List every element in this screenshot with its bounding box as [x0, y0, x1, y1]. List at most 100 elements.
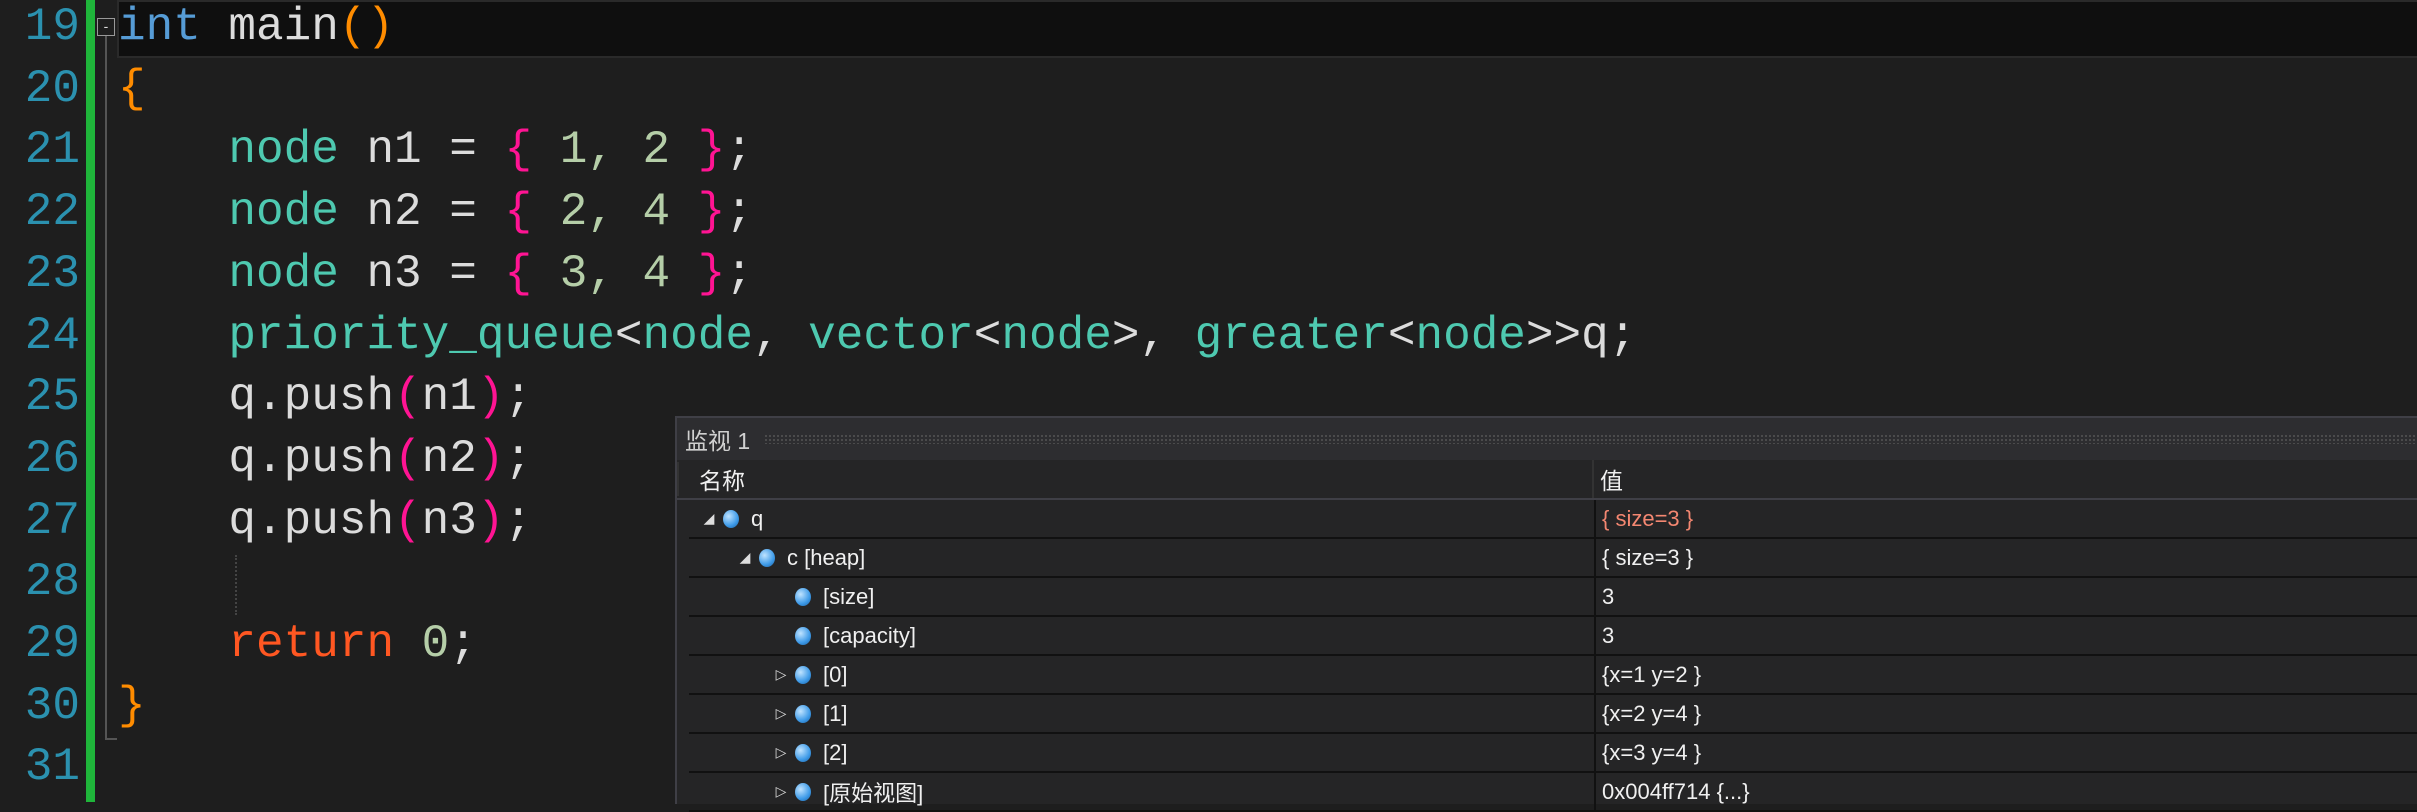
watch-row[interactable]: ◢ c [heap] { size=3 } — [689, 539, 2417, 578]
variable-icon — [795, 665, 811, 684]
line-number: 24 — [24, 309, 80, 362]
code-token: greater — [1194, 309, 1388, 362]
line-number: 26 — [24, 432, 80, 485]
outline-line — [105, 30, 107, 740]
code-token: ; — [725, 186, 753, 239]
code-line[interactable]: node n2 = { 2, 4 }; — [118, 181, 753, 243]
line-number: 27 — [24, 494, 80, 547]
code-line[interactable]: node n1 = { 1, 2 }; — [118, 119, 753, 181]
code-token: n1 — [421, 371, 477, 424]
line-number: 19 — [24, 1, 80, 53]
code-token: 3, 4 — [532, 247, 698, 300]
code-line[interactable]: q.push(n2); — [118, 428, 532, 490]
line-number: 23 — [24, 247, 80, 300]
watch-value[interactable]: {x=3 y=4 } — [1594, 734, 2417, 771]
code-token: { — [504, 247, 533, 300]
watch-name: [1] — [823, 700, 848, 726]
watch-name: [size] — [823, 583, 875, 609]
code-line[interactable]: q.push(n3); — [118, 490, 532, 552]
column-header-name[interactable]: 名称 — [677, 462, 1592, 496]
line-number: 22 — [24, 186, 80, 239]
watch-value[interactable]: 3 — [1594, 617, 2417, 654]
code-token: priority_queue — [228, 309, 615, 362]
line-number: 21 — [24, 124, 80, 177]
watch-panel: 监视 1 名称 值 ◢ q { size=3 } ◢ c [heap] { size=3 … — [675, 416, 2417, 812]
drag-grip[interactable] — [764, 434, 2417, 444]
collapse-arrow-icon[interactable]: ◢ — [701, 510, 717, 527]
code-token: ) — [476, 494, 505, 547]
watch-value[interactable]: {x=2 y=4 } — [1594, 695, 2417, 732]
code-token: 1, 2 — [532, 124, 698, 177]
code-token: q.push — [118, 432, 395, 485]
watch-row[interactable]: ▷ [0] {x=1 y=2 } — [689, 656, 2417, 695]
code-line[interactable]: q.push(n1); — [118, 366, 532, 428]
code-token: 2, 4 — [532, 186, 698, 239]
code-token: < — [973, 309, 1002, 362]
outline-end — [105, 738, 117, 740]
watch-row[interactable]: ▷ [2] {x=3 y=4 } — [689, 734, 2417, 773]
watch-name: q — [751, 505, 764, 531]
code-token: < — [1387, 309, 1416, 362]
code-line[interactable]: priority_queue<node, vector<node>, great… — [118, 305, 1636, 367]
collapse-icon[interactable]: - — [97, 18, 115, 36]
code-line[interactable]: } — [118, 675, 146, 737]
code-token: } — [697, 247, 726, 300]
code-token: ; — [449, 618, 477, 670]
code-token: ( — [394, 494, 422, 547]
code-token: ; — [504, 371, 533, 424]
variable-icon — [795, 743, 811, 762]
code-token: >, — [1111, 309, 1195, 362]
code-token: ; — [504, 432, 533, 485]
code-token: node — [228, 186, 339, 239]
watch-value[interactable]: { size=3 } — [1594, 500, 2417, 537]
code-token: ) — [476, 371, 505, 424]
line-number: 20 — [24, 62, 80, 115]
expand-arrow-icon[interactable]: ▷ — [773, 666, 789, 683]
expand-arrow-icon[interactable]: ▷ — [773, 783, 789, 800]
code-token: } — [118, 679, 146, 732]
code-token: () — [338, 1, 395, 53]
collapse-arrow-icon[interactable]: ◢ — [737, 549, 753, 566]
watch-row[interactable]: ▷ [1] {x=2 y=4 } — [689, 695, 2417, 734]
column-header-value[interactable]: 值 — [1592, 460, 2417, 498]
expand-arrow-icon[interactable]: ▷ — [773, 744, 789, 761]
code-token: node — [1415, 309, 1526, 362]
code-line[interactable]: int main() — [118, 0, 394, 58]
watch-value[interactable]: { size=3 } — [1594, 539, 2417, 576]
line-number: 30 — [24, 679, 80, 732]
watch-row[interactable]: [capacity] 3 — [689, 617, 2417, 656]
watch-value[interactable]: 3 — [1594, 578, 2417, 615]
code-token: } — [697, 186, 726, 239]
code-token: main — [200, 1, 339, 53]
code-token: node — [642, 309, 753, 362]
watch-row[interactable]: ◢ q { size=3 } — [689, 500, 2417, 539]
code-line[interactable]: node n3 = { 3, 4 }; — [118, 243, 753, 305]
variable-icon — [795, 704, 811, 723]
code-line[interactable]: { — [118, 58, 146, 120]
code-token: ; — [504, 494, 533, 547]
watch-title-bar[interactable]: 监视 1 — [677, 418, 2417, 460]
code-token: ( — [394, 371, 422, 424]
watch-value[interactable]: {x=1 y=2 } — [1594, 656, 2417, 693]
code-token: n3 = — [338, 247, 505, 300]
code-token: n3 — [421, 494, 477, 547]
expand-arrow-icon[interactable]: ▷ — [773, 705, 789, 722]
watch-row[interactable]: [size] 3 — [689, 578, 2417, 617]
code-token: node — [228, 247, 339, 300]
watch-name: [原始视图] — [823, 780, 924, 806]
line-number: 25 — [24, 371, 80, 424]
code-token: vector — [808, 309, 974, 362]
code-line[interactable]: return 0; — [118, 613, 477, 675]
code-token: } — [697, 124, 726, 177]
variable-icon — [795, 626, 811, 645]
watch-value[interactable]: 0x004ff714 {...} — [1594, 773, 2417, 810]
code-token: return — [228, 618, 395, 670]
variable-icon — [759, 548, 775, 567]
code-token: { — [118, 62, 146, 115]
watch-row[interactable]: ▷ [原始视图] 0x004ff714 {...} — [689, 773, 2417, 812]
code-token: n2 = — [338, 186, 505, 239]
watch-name: c [heap] — [787, 544, 866, 570]
